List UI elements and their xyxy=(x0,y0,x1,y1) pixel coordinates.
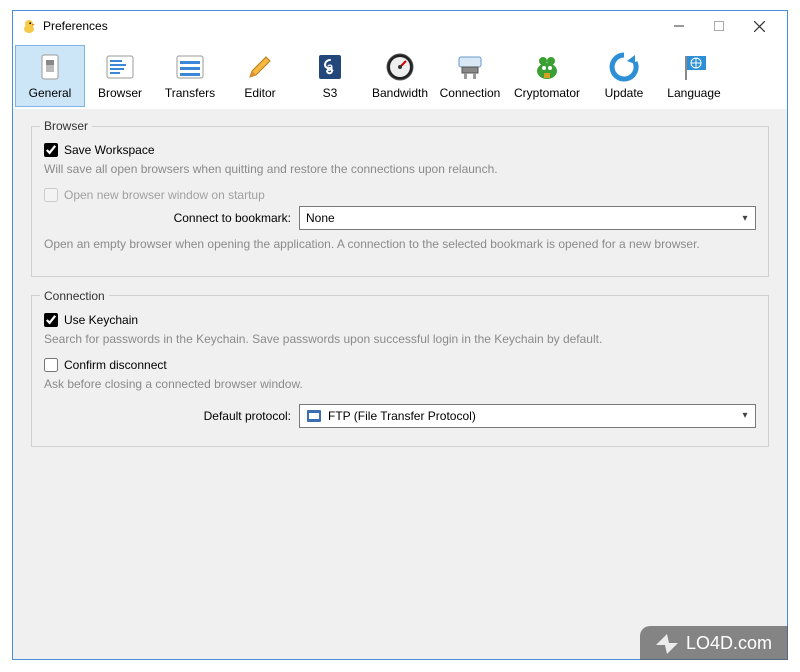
connection-legend: Connection xyxy=(40,289,109,303)
app-icon xyxy=(21,18,37,34)
minimize-button[interactable] xyxy=(659,12,699,40)
confirm-disconnect-desc: Ask before closing a connected browser w… xyxy=(44,376,756,393)
connection-group: Connection Use Keychain Search for passw… xyxy=(31,289,769,447)
tab-language[interactable]: Language xyxy=(659,45,729,107)
tab-label: Editor xyxy=(244,86,275,100)
titlebar: Preferences xyxy=(13,11,787,41)
save-workspace-label: Save Workspace xyxy=(64,143,155,157)
connect-bookmark-label: Connect to bookmark: xyxy=(44,211,299,225)
tab-browser[interactable]: Browser xyxy=(85,45,155,107)
language-icon xyxy=(677,50,711,84)
tab-label: Browser xyxy=(98,86,142,100)
chevron-down-icon: ▾ xyxy=(739,213,751,224)
tab-label: Cryptomator xyxy=(514,86,580,100)
tab-bandwidth[interactable]: Bandwidth xyxy=(365,45,435,107)
maximize-button[interactable] xyxy=(699,12,739,40)
svg-text:a: a xyxy=(327,60,334,74)
save-workspace-checkbox[interactable] xyxy=(44,143,58,157)
use-keychain-desc: Search for passwords in the Keychain. Sa… xyxy=(44,331,756,348)
browser-group: Browser Save Workspace Will save all ope… xyxy=(31,119,769,277)
window-title: Preferences xyxy=(43,19,108,33)
confirm-disconnect-label: Confirm disconnect xyxy=(64,358,167,372)
connect-bookmark-value: None xyxy=(306,211,739,225)
transfers-icon xyxy=(173,50,207,84)
tab-label: Language xyxy=(667,86,720,100)
tab-label: Transfers xyxy=(165,86,215,100)
connect-bookmark-desc: Open an empty browser when opening the a… xyxy=(44,236,756,253)
tab-transfers[interactable]: Transfers xyxy=(155,45,225,107)
use-keychain-checkbox[interactable] xyxy=(44,313,58,327)
default-protocol-row: Default protocol: FTP (File Transfer Pro… xyxy=(44,404,756,428)
default-protocol-combo[interactable]: FTP (File Transfer Protocol) ▾ xyxy=(299,404,756,428)
watermark-icon xyxy=(656,632,678,654)
tab-label: Bandwidth xyxy=(372,86,428,100)
close-button[interactable] xyxy=(739,12,779,40)
browser-legend: Browser xyxy=(40,119,92,133)
tab-update[interactable]: Update xyxy=(589,45,659,107)
general-icon xyxy=(33,50,67,84)
open-new-label: Open new browser window on startup xyxy=(64,188,265,202)
connect-bookmark-row: Connect to bookmark: None ▾ xyxy=(44,206,756,230)
open-new-checkbox xyxy=(44,188,58,202)
tab-editor[interactable]: Editor xyxy=(225,45,295,107)
tab-label: Update xyxy=(605,86,644,100)
confirm-disconnect-row: Confirm disconnect xyxy=(44,358,756,372)
tab-label: S3 xyxy=(323,86,338,100)
tab-general[interactable]: General xyxy=(15,45,85,107)
watermark: LO4D.com xyxy=(640,626,788,660)
update-icon xyxy=(607,50,641,84)
use-keychain-label: Use Keychain xyxy=(64,313,138,327)
default-protocol-value: FTP (File Transfer Protocol) xyxy=(328,409,739,423)
tab-label: General xyxy=(29,86,72,100)
tab-connection[interactable]: Connection xyxy=(435,45,505,107)
ftp-icon xyxy=(306,408,322,424)
confirm-disconnect-checkbox[interactable] xyxy=(44,358,58,372)
connect-bookmark-combo[interactable]: None ▾ xyxy=(299,206,756,230)
tab-cryptomator[interactable]: Cryptomator xyxy=(505,45,589,107)
bandwidth-icon xyxy=(383,50,417,84)
tab-s3[interactable]: a S3 xyxy=(295,45,365,107)
browser-icon xyxy=(103,50,137,84)
save-workspace-desc: Will save all open browsers when quittin… xyxy=(44,161,756,178)
save-workspace-row: Save Workspace xyxy=(44,143,756,157)
preferences-toolbar: General Browser Transfers xyxy=(13,41,787,109)
connection-icon xyxy=(453,50,487,84)
use-keychain-row: Use Keychain xyxy=(44,313,756,327)
open-new-row: Open new browser window on startup xyxy=(44,188,756,202)
preferences-content: Browser Save Workspace Will save all ope… xyxy=(13,109,787,659)
chevron-down-icon: ▾ xyxy=(739,410,751,421)
cryptomator-icon xyxy=(530,50,564,84)
s3-icon: a xyxy=(313,50,347,84)
editor-icon xyxy=(243,50,277,84)
watermark-text: LO4D.com xyxy=(686,633,772,654)
tab-label: Connection xyxy=(440,86,501,100)
default-protocol-label: Default protocol: xyxy=(44,409,299,423)
